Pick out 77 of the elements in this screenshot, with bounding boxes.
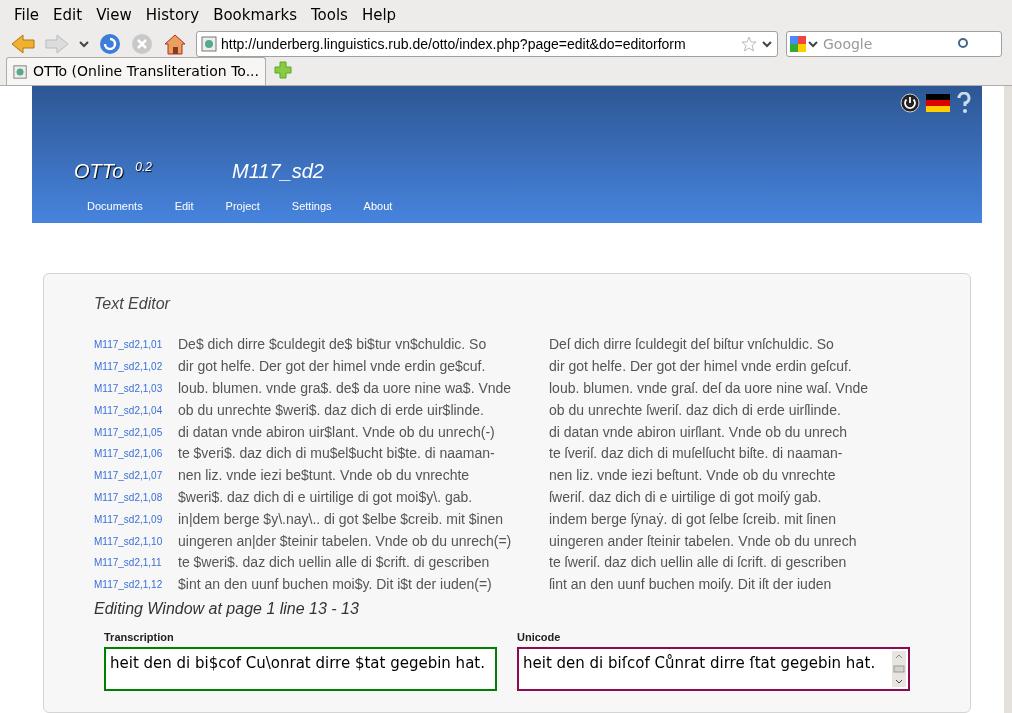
nav-link[interactable]: Edit — [174, 198, 194, 215]
unicode-line: te ſveriſ. daz dich di muſelſucht biſte. di naaman- — [549, 444, 843, 464]
transcription-line: $int an den uunf buchen moi$y. Dit i$t der iuden(=) — [178, 575, 493, 595]
unicode-line: loub. blumen. vnde graſ. deſ da uore nine waſ. Vnde — [549, 379, 869, 398]
menu-item[interactable]: Bookmarks — [213, 4, 297, 27]
search-field[interactable]: Google — [823, 33, 953, 55]
nav-link[interactable]: Documents — [87, 198, 143, 215]
transcription-line: te $veri$. daz dich di mu$el$ucht bi$te. di naaman- — [178, 444, 496, 464]
line-link[interactable]: M117_sd2,1,08 — [94, 489, 178, 505]
transcription-line: dir got helfe. Der got der himel vnde erdin ge$cuf. — [178, 357, 487, 377]
unicode-line: ſint an den uunf buchen moiſy. Dit iſt der iuden — [549, 575, 832, 595]
menu-item[interactable]: View — [96, 4, 132, 27]
menu-item[interactable]: Help — [361, 4, 397, 27]
version-label: 0.2 — [135, 159, 152, 176]
google-icon[interactable] — [789, 34, 819, 54]
unicode-line: te ſweriſ. daz dich uellin alle di ſcrift. di gescriben — [549, 553, 847, 573]
line-link[interactable]: M117_sd2,1,01 — [94, 337, 178, 353]
transcription-line: in|dem berge $y\.nay\.. di got $elbe $creib. mit $inen — [178, 509, 505, 529]
line-link[interactable]: M117_sd2,1,09 — [94, 511, 178, 527]
unicode-line: uingeren ander ſteinir tabelen. Vnde ob du unrech — [549, 531, 857, 551]
globe-icon — [201, 36, 217, 52]
transcription-line: te $weri$. daz dich uellin alle di $crift. di gescriben — [178, 553, 491, 573]
home-icon[interactable] — [162, 32, 188, 56]
unicode-line: nen liz. vnde iezi beſtunt. Vnde ob du vnrechte — [549, 466, 836, 486]
line-link[interactable]: M117_sd2,1,05 — [94, 424, 178, 440]
unicode-line: di datan vnde abiron uirſlant. Vnde ob du unrech — [549, 422, 848, 442]
transcription-line: nen liz. vnde iezi be$tunt. Vnde ob du vnrechte — [178, 466, 471, 486]
section-title: Text Editor — [94, 294, 172, 314]
nav-link[interactable]: Settings — [291, 198, 332, 215]
power-icon[interactable] — [900, 93, 920, 113]
unicode-line: Deſ dich dirre ſculdegit deſ biſtur vnſchuldic. So — [549, 335, 834, 355]
nav-link[interactable]: Project — [225, 198, 260, 215]
menu-item[interactable]: Tools — [310, 4, 348, 27]
line-link[interactable]: M117_sd2,1,02 — [94, 359, 178, 375]
scrollbar[interactable] — [1004, 86, 1012, 713]
reload-icon[interactable] — [98, 32, 122, 56]
transcription-line: ob du unrechte $weri$. daz dich di erde uir$linde. — [178, 400, 485, 420]
transcription-line: di datan vnde abiron uir$lant. Vnde ob du unrech(-) — [178, 422, 496, 442]
document-title: M117_sd2 — [231, 159, 324, 184]
address-bar[interactable]: http://underberg.linguistics.rub.de/otto/index.php?page=edit&do=editorform — [196, 31, 778, 57]
caret-icon[interactable] — [761, 39, 773, 49]
scrollbar-drawing[interactable] — [892, 651, 906, 688]
help-icon[interactable] — [956, 92, 972, 114]
back-arrow-icon[interactable] — [10, 33, 36, 55]
unicode-line: indem berge ſẏnaẏ. di got ſelbe ſcreib. mit ſinen — [549, 509, 837, 529]
line-link[interactable]: M117_sd2,1,06 — [94, 446, 178, 462]
menu-item[interactable]: Edit — [53, 4, 83, 27]
unicode-line: dir got helfe. Der got der himel vnde erdin geſcuf. — [549, 357, 852, 377]
line-link[interactable]: M117_sd2,1,10 — [94, 533, 178, 549]
nav-link[interactable]: About — [363, 198, 393, 215]
transcription-line: De$ dich dirre $culdegit de$ bi$tur vn$chuldic. So — [178, 335, 488, 355]
app-logo: OTTo — [74, 159, 124, 184]
line-link[interactable]: M117_sd2,1,03 — [94, 381, 178, 396]
search-box[interactable]: Google — [786, 31, 1002, 57]
url-text: http://underberg.linguistics.rub.de/otto/index.php?page=edit&do=editorform — [221, 34, 687, 54]
line-link[interactable]: M117_sd2,1,07 — [94, 468, 178, 484]
menu-item[interactable]: History — [145, 4, 200, 27]
field-label: Unicode — [517, 629, 562, 645]
browser-tab[interactable]: OTTo (Online Transliteration To... — [6, 57, 266, 85]
field-label: Transcription — [104, 629, 175, 645]
line-link[interactable]: M117_sd2,1,12 — [94, 577, 178, 593]
unicode-line: ſweriſ. daz dich di e uirtilige di got moiſẏ gab. — [549, 487, 822, 507]
menu-item[interactable]: File — [14, 4, 40, 27]
unicode-line: ob du unrechte ſweriſ. daz dich di erde uirſlinde. — [549, 400, 841, 420]
star-icon[interactable] — [741, 36, 757, 52]
line-link[interactable]: M117_sd2,1,11 — [94, 555, 178, 571]
line-link[interactable]: M117_sd2,1,04 — [94, 402, 178, 418]
transcription-line: uingeren an|der $teinir tabelen. Vnde ob du unrech(=) — [178, 531, 513, 551]
section-title: Editing Window at page 1 line 13 - 13 — [94, 598, 360, 619]
transcription-line: $weri$. daz dich di e uirtilige di got moi$y\. gab. — [178, 487, 474, 507]
search-icon[interactable] — [957, 37, 971, 51]
text-area[interactable]: heit den di biſcof Cůnrat dirre ſtat gegebin hat. — [517, 647, 910, 692]
text-area[interactable]: heit den di bi$cof Cu\onrat dirre $tat gegebin hat. — [104, 647, 497, 692]
caret-icon[interactable] — [78, 39, 90, 49]
german-flag-icon[interactable] — [926, 94, 950, 112]
globe-icon — [13, 63, 28, 80]
transcription-line: loub. blumen. vnde gra$. de$ da uore nine wa$. Vnde — [178, 379, 513, 398]
